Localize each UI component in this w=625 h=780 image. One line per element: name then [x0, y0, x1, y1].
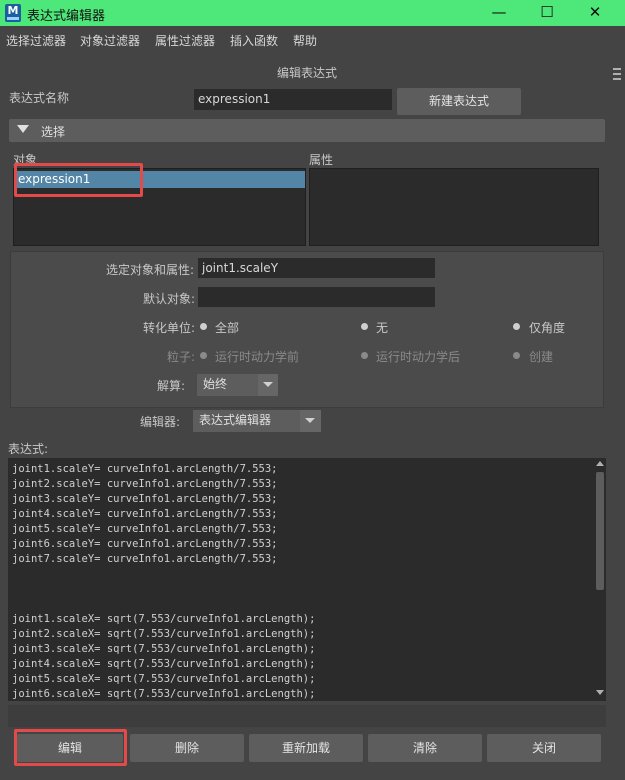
- menu-object-filter[interactable]: 对象过滤器: [80, 32, 140, 49]
- new-expression-button[interactable]: 新建表达式: [397, 88, 521, 115]
- menu-help[interactable]: 帮助: [293, 32, 317, 49]
- convert-option-none[interactable]: 无: [376, 319, 388, 336]
- radio-dot-icon: [513, 352, 520, 359]
- evaluate-dropdown[interactable]: 始终: [197, 374, 258, 396]
- minimize-button[interactable]: —: [476, 0, 522, 26]
- code-line: joint1.scaleX= sqrt(7.553/curveInfo1.arc…: [12, 613, 316, 625]
- delete-button[interactable]: 删除: [130, 734, 244, 762]
- chevron-down-icon[interactable]: [258, 374, 278, 396]
- tear-off-icon[interactable]: [613, 68, 621, 80]
- code-line: joint5.scaleY= curveInfo1.arcLength/7.55…: [12, 523, 278, 535]
- code-line: joint4.scaleX= sqrt(7.553/curveInfo1.arc…: [12, 658, 316, 670]
- close-button[interactable]: 关闭: [487, 734, 601, 762]
- chevron-down-icon[interactable]: [300, 410, 321, 432]
- menu-attribute-filter[interactable]: 属性过滤器: [155, 32, 215, 49]
- window-title: 表达式编辑器: [27, 9, 106, 24]
- close-window-button[interactable]: ✕: [572, 0, 618, 26]
- scrollbar-thumb[interactable]: [596, 472, 604, 590]
- menu-select-filter[interactable]: 选择过滤器: [6, 32, 66, 49]
- clear-button[interactable]: 清除: [368, 734, 482, 762]
- highlight-box-object: [14, 163, 143, 197]
- selected-attr-input[interactable]: joint1.scaleY: [198, 258, 435, 278]
- radio-dot-icon: [361, 352, 368, 359]
- code-line: joint5.scaleX= sqrt(7.553/curveInfo1.arc…: [12, 673, 316, 685]
- editor-type-dropdown[interactable]: 表达式编辑器: [193, 410, 300, 432]
- code-line: joint4.scaleY= curveInfo1.arcLength/7.55…: [12, 508, 278, 520]
- selected-attr-label: 选定对象和属性:: [106, 263, 195, 277]
- expression-name-input[interactable]: expression1: [194, 89, 392, 110]
- code-line: joint6.scaleX= sqrt(7.553/curveInfo1.arc…: [12, 688, 316, 700]
- particle-option-before: 运行时动力学前: [215, 350, 300, 364]
- code-line: joint2.scaleY= curveInfo1.arcLength/7.55…: [12, 478, 278, 490]
- logo-letter: M: [7, 4, 19, 17]
- menu-insert-function[interactable]: 插入函数: [230, 32, 278, 49]
- convert-option-angular[interactable]: 仅角度: [529, 319, 565, 336]
- editor-type-label: 编辑器:: [140, 415, 181, 429]
- expression-label: 表达式:: [8, 442, 49, 456]
- section-label: 选择: [41, 125, 66, 139]
- convert-units-label: 转化单位:: [143, 321, 196, 335]
- code-line: joint3.scaleY= curveInfo1.arcLength/7.55…: [12, 493, 278, 505]
- code-line: joint1.scaleY= curveInfo1.arcLength/7.55…: [12, 463, 278, 475]
- evaluate-label: 解算:: [157, 379, 186, 393]
- radio-dot-icon: [200, 352, 207, 359]
- particle-option-create: 创建: [529, 350, 554, 364]
- code-line: joint3.scaleX= sqrt(7.553/curveInfo1.arc…: [12, 643, 316, 655]
- code-line: joint2.scaleX= sqrt(7.553/curveInfo1.arc…: [12, 628, 316, 640]
- particle-option-after: 运行时动力学后: [376, 350, 461, 364]
- default-object-input[interactable]: [198, 287, 435, 307]
- code-line: joint7.scaleY= curveInfo1.arcLength/7.55…: [12, 553, 278, 565]
- editor-heading: 编辑表达式: [277, 66, 338, 80]
- attributes-list[interactable]: [309, 168, 599, 246]
- expression-text-area[interactable]: joint1.scaleY= curveInfo1.arcLength/7.55…: [8, 458, 606, 701]
- code-line: joint6.scaleY= curveInfo1.arcLength/7.55…: [12, 538, 278, 550]
- reload-button[interactable]: 重新加载: [249, 734, 363, 762]
- maya-logo-icon: M: [5, 4, 21, 22]
- status-line: [8, 705, 606, 727]
- scroll-down-icon[interactable]: [596, 690, 604, 695]
- expression-name-label: 表达式名称: [9, 91, 70, 105]
- attributes-label: 属性: [309, 153, 334, 167]
- radio-dot-icon[interactable]: [513, 323, 520, 330]
- default-object-label: 默认对象:: [143, 292, 196, 306]
- selection-section-header[interactable]: [9, 119, 605, 142]
- radio-dot-icon[interactable]: [361, 323, 368, 330]
- radio-dot-icon[interactable]: [200, 323, 207, 330]
- particle-label: 粒子:: [167, 350, 196, 364]
- convert-option-all[interactable]: 全部: [215, 319, 239, 336]
- highlight-box-edit: [14, 729, 127, 766]
- maximize-button[interactable]: ☐: [524, 0, 570, 26]
- collapse-triangle-icon[interactable]: [17, 125, 29, 133]
- scroll-up-icon[interactable]: [596, 461, 604, 466]
